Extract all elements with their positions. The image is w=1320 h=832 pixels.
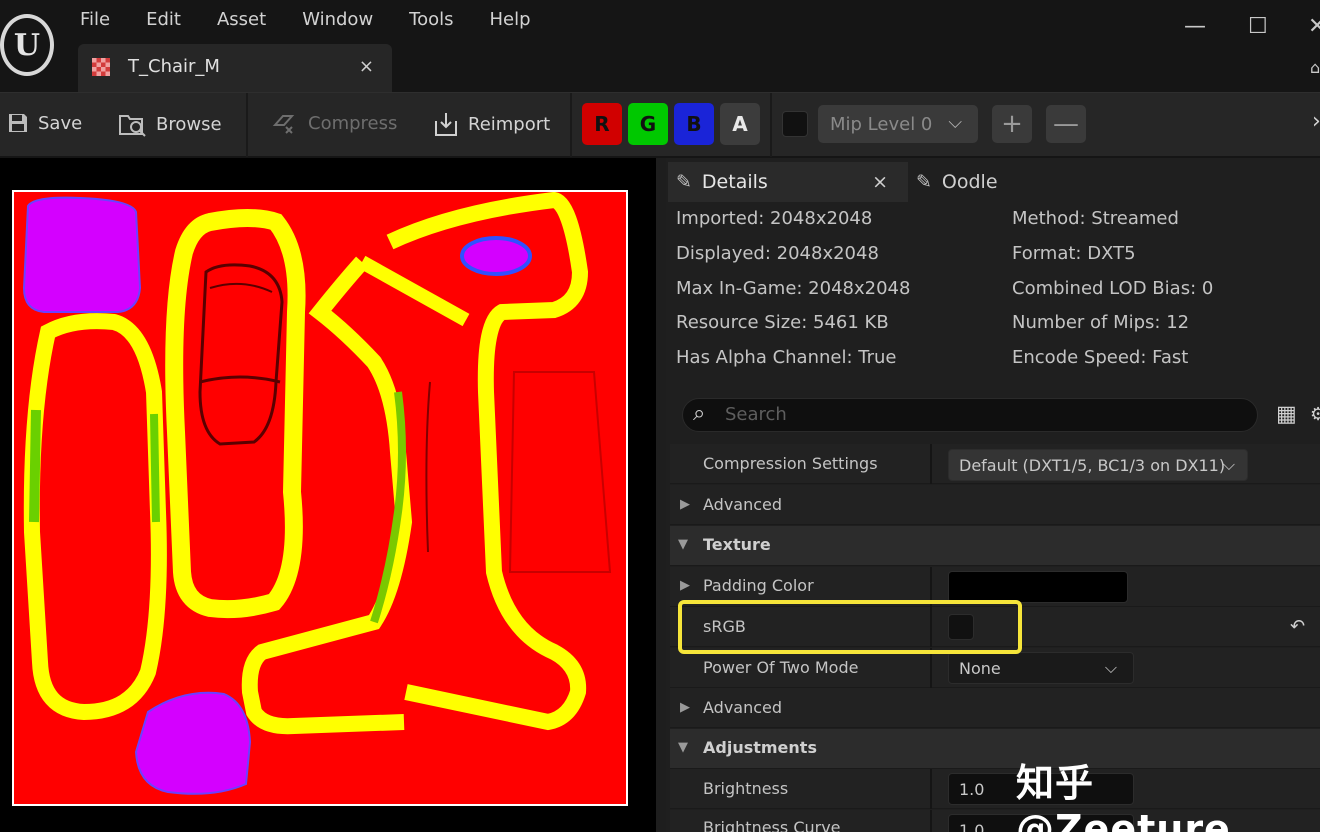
lock-icon[interactable]: ⌂ <box>1310 58 1320 77</box>
toolbar-separator <box>570 93 572 157</box>
expand-arrow-icon[interactable]: ▶ <box>680 700 690 715</box>
menu-help[interactable]: Help <box>490 9 531 30</box>
tab-details[interactable]: ✎ Details × <box>668 162 908 202</box>
details-icon: ✎ <box>676 171 692 193</box>
close-window-button[interactable]: ✕ <box>1308 14 1320 39</box>
tab-oodle[interactable]: ✎ Oodle <box>916 162 998 202</box>
mip-plus-button[interactable]: + <box>992 105 1032 143</box>
expand-arrow-icon[interactable]: ▶ <box>680 497 690 512</box>
compress-label: Compress <box>308 112 398 134</box>
brightness-value: 1.0 <box>959 779 985 799</box>
texture-category-label: Texture <box>703 535 771 554</box>
compression-settings-value: Default (DXT1/5, BC1/3 on DX11) <box>959 455 1226 475</box>
asset-tab[interactable]: T_Chair_M × <box>78 44 392 92</box>
adjustments-category-label: Adjustments <box>703 738 817 757</box>
toolbar-separator <box>246 93 248 157</box>
search-icon: ⌕ <box>693 401 706 426</box>
chevron-down-icon: ⌵ <box>948 112 962 133</box>
brightness-curve-label: Brightness Curve <box>703 818 841 832</box>
compress-button[interactable]: Compress <box>272 111 397 135</box>
collapse-arrow-icon[interactable]: ▼ <box>678 537 688 552</box>
menu-edit[interactable]: Edit <box>146 9 181 30</box>
info-has-alpha: Has Alpha Channel: True <box>676 347 897 368</box>
chevron-down-icon: ⌵ <box>1104 658 1117 677</box>
browse-label: Browse <box>156 113 222 135</box>
mip-level-value: Mip Level 0 <box>830 113 933 135</box>
panel-splitter[interactable] <box>656 158 666 832</box>
unreal-logo-icon[interactable]: U <box>0 14 54 76</box>
tab-oodle-label: Oodle <box>941 171 998 193</box>
minimize-button[interactable]: — <box>1184 14 1206 39</box>
uv-texture-image <box>14 191 626 804</box>
menu-asset[interactable]: Asset <box>217 9 266 30</box>
reimport-button[interactable]: Reimport <box>432 111 550 137</box>
info-imported: Imported: 2048x2048 <box>676 208 873 229</box>
search-placeholder: Search <box>725 404 787 425</box>
menu-bar: File Edit Asset Window Tools Help <box>80 9 567 30</box>
info-format: Format: DXT5 <box>1012 243 1136 264</box>
column-splitter <box>930 648 932 688</box>
compression-settings-label: Compression Settings <box>703 454 878 473</box>
padding-color-swatch[interactable] <box>948 571 1128 603</box>
settings-icon[interactable]: ⚙ <box>1310 404 1320 425</box>
compression-settings-dropdown[interactable]: Default (DXT1/5, BC1/3 on DX11) ⌵ <box>948 449 1248 481</box>
save-button[interactable]: Save <box>6 111 82 135</box>
brightness-curve-value: 1.0 <box>959 820 985 832</box>
table-view-icon[interactable]: ▦ <box>1276 402 1297 427</box>
menu-tools[interactable]: Tools <box>409 9 453 30</box>
toolbar-overflow-icon[interactable]: › <box>1312 109 1320 134</box>
info-max-in-game: Max In-Game: 2048x2048 <box>676 278 911 299</box>
column-splitter <box>930 769 932 809</box>
reimport-label: Reimport <box>468 113 551 135</box>
column-splitter <box>930 444 932 484</box>
texture-preview <box>12 190 628 806</box>
collapse-arrow-icon[interactable]: ▼ <box>678 740 688 755</box>
asset-tab-close-button[interactable]: × <box>359 56 374 77</box>
info-num-mips: Number of Mips: 12 <box>1012 312 1190 333</box>
power-of-two-label: Power Of Two Mode <box>703 658 859 677</box>
power-of-two-dropdown[interactable]: None ⌵ <box>948 652 1134 684</box>
mip-level-checkbox[interactable] <box>782 111 808 137</box>
info-lod-bias: Combined LOD Bias: 0 <box>1012 278 1214 299</box>
reimport-icon <box>435 113 457 136</box>
channel-a-toggle[interactable]: A <box>720 103 760 145</box>
details-search-input[interactable]: ⌕ Search <box>682 398 1258 432</box>
advanced-1-label[interactable]: Advanced <box>703 495 782 514</box>
mip-level-dropdown[interactable]: Mip Level 0 ⌵ <box>818 105 978 143</box>
reset-to-default-icon[interactable]: ↶ <box>1290 616 1305 637</box>
save-label: Save <box>38 112 83 134</box>
srgb-highlight-annotation <box>678 600 1022 654</box>
browse-button[interactable]: Browse <box>118 111 222 137</box>
column-splitter <box>930 810 932 832</box>
tab-details-close-button[interactable]: × <box>872 171 888 193</box>
chevron-down-icon: ⌵ <box>1222 455 1235 474</box>
asset-tab-title: T_Chair_M <box>128 56 220 77</box>
toolbar: Save Browse Compress Reimport R G B A Mi… <box>0 92 1320 157</box>
brightness-label: Brightness <box>703 779 789 798</box>
channel-b-toggle[interactable]: B <box>674 103 714 145</box>
info-displayed: Displayed: 2048x2048 <box>676 243 879 264</box>
compress-icon <box>272 115 295 134</box>
power-of-two-value: None <box>959 658 1001 678</box>
info-encode-speed: Encode Speed: Fast <box>1012 347 1189 368</box>
channel-r-toggle[interactable]: R <box>582 103 622 145</box>
oodle-icon: ✎ <box>916 171 932 193</box>
advanced-2-label[interactable]: Advanced <box>703 698 782 717</box>
watermark-text: 知乎 @Zeeture <box>1016 761 1231 832</box>
title-bar: U File Edit Asset Window Tools Help — ☐ … <box>0 0 1320 92</box>
info-resource-size: Resource Size: 5461 KB <box>676 312 889 333</box>
expand-arrow-icon[interactable]: ▶ <box>680 578 690 593</box>
menu-file[interactable]: File <box>80 9 110 30</box>
channel-g-toggle[interactable]: G <box>628 103 668 145</box>
browse-icon <box>119 115 146 137</box>
tab-details-label: Details <box>701 171 768 193</box>
menu-window[interactable]: Window <box>302 9 373 30</box>
padding-color-label: Padding Color <box>703 576 814 595</box>
texture-asset-icon <box>92 58 110 76</box>
info-method: Method: Streamed <box>1012 208 1179 229</box>
maximize-button[interactable]: ☐ <box>1248 14 1268 39</box>
mip-minus-button[interactable]: — <box>1046 105 1086 143</box>
toolbar-separator <box>770 93 772 157</box>
save-icon <box>9 114 27 132</box>
